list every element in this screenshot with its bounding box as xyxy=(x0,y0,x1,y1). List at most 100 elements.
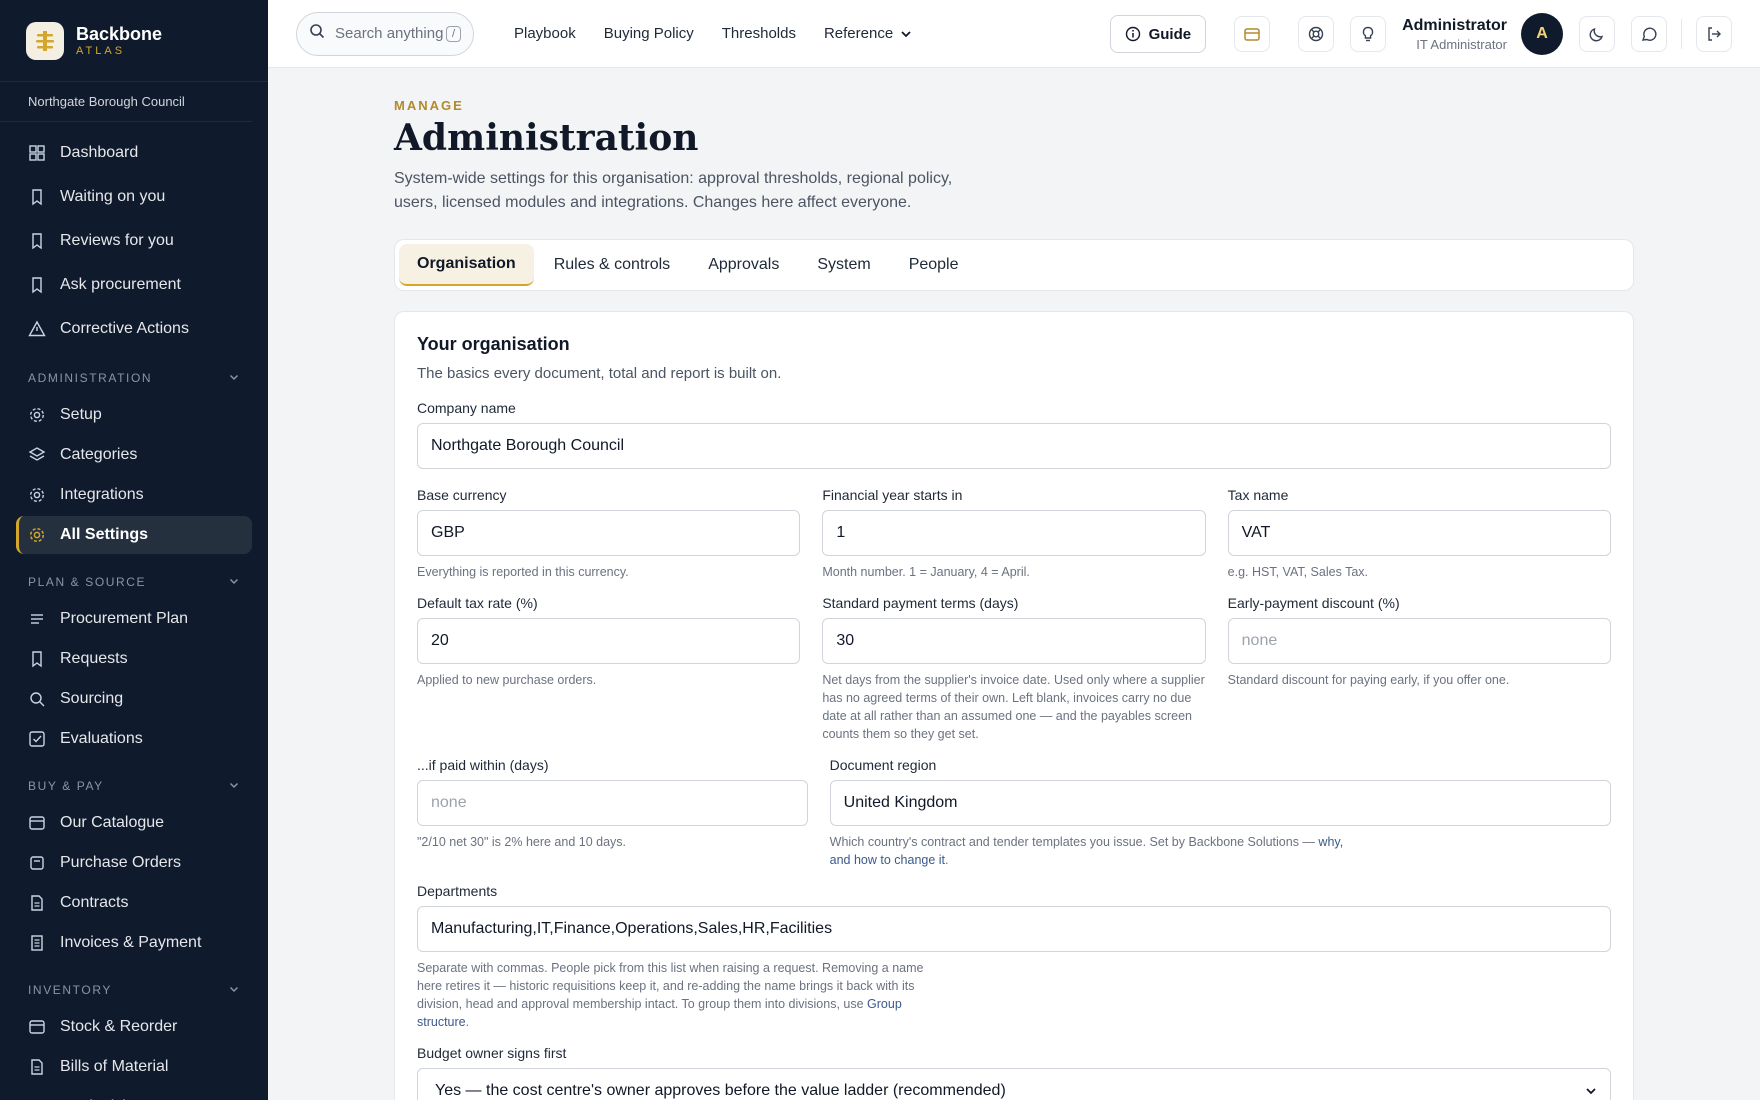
sidebar-item-ask-procurement[interactable]: Ask procurement xyxy=(16,264,252,306)
card-description: The basics every document, total and rep… xyxy=(417,365,782,382)
tax-rate-label: Default tax rate (%) xyxy=(417,595,538,611)
document-region-help: Which country's contract and tender temp… xyxy=(830,833,1350,869)
document-icon xyxy=(28,894,46,912)
departments-field[interactable]: Manufacturing,IT,Finance,Operations,Sale… xyxy=(417,906,1611,952)
sidebar-item-label: Contracts xyxy=(60,894,129,911)
early-discount-field[interactable]: none xyxy=(1227,618,1611,664)
avatar[interactable]: A xyxy=(1521,13,1563,55)
topnav-thresholds[interactable]: Thresholds xyxy=(722,25,796,42)
sidebar-section-title: INVENTORY xyxy=(28,983,112,997)
sidebar-item-dashboard[interactable]: Dashboard xyxy=(16,132,252,174)
document-region-field[interactable]: United Kingdom xyxy=(829,780,1611,826)
sidebar-item-corrective-actions[interactable]: Corrective Actions xyxy=(16,308,252,350)
sidebar-item-label: Purchase Orders xyxy=(60,854,181,871)
wallet-button[interactable] xyxy=(1234,16,1271,52)
sidebar-item-label: Dashboard xyxy=(60,144,139,161)
header-divider xyxy=(1681,19,1682,49)
budget-owner-select[interactable]: Yes — the cost centre's owner approves b… xyxy=(417,1068,1611,1100)
top-nav: Playbook Buying Policy Thresholds Refere… xyxy=(500,25,927,42)
sidebar-item-purchase-orders[interactable]: Purchase Orders xyxy=(16,844,252,882)
brand-logo-icon xyxy=(26,21,64,60)
logout-icon xyxy=(1708,27,1721,41)
sidebar-section-title: ADMINISTRATION xyxy=(28,371,153,385)
sidebar-section-plan-and-source[interactable]: PLAN & SOURCE xyxy=(16,556,252,598)
budget-owner-label: Budget owner signs first xyxy=(417,1045,567,1061)
help-button[interactable] xyxy=(1298,16,1335,52)
tax-name-field[interactable]: VAT xyxy=(1227,510,1611,556)
tab-people[interactable]: People xyxy=(891,244,977,286)
org-name: Northgate Borough Council xyxy=(0,82,252,122)
sidebar-item-requests[interactable]: Requests xyxy=(16,640,252,678)
document-icon xyxy=(28,1058,46,1076)
sidebar-item-bills-of-material[interactable]: Bills of Material xyxy=(16,1048,252,1086)
warning-icon xyxy=(28,320,46,338)
page-eyebrow: MANAGE xyxy=(394,98,464,113)
topnav-buying-policy[interactable]: Buying Policy xyxy=(604,25,694,42)
moon-icon xyxy=(1589,27,1604,42)
brand-name: Backbone xyxy=(76,23,163,44)
sidebar-item-replenishment-runs[interactable]: Replenishment Runs xyxy=(16,1088,252,1100)
sidebar-item-reviews-for-you[interactable]: Reviews for you xyxy=(16,220,252,262)
sidebar-section-buy-and-pay[interactable]: BUY & PAY xyxy=(16,760,252,802)
brand[interactable]: Backbone ATLAS xyxy=(0,0,268,82)
sidebar-item-label: Waiting on you xyxy=(60,188,166,205)
tab-approvals[interactable]: Approvals xyxy=(690,244,797,286)
sidebar-item-evaluations[interactable]: Evaluations xyxy=(16,720,252,758)
sidebar-section-administration[interactable]: ADMINISTRATION xyxy=(16,352,252,394)
layers-icon xyxy=(28,446,46,464)
payment-terms-help: Net days from the supplier's invoice dat… xyxy=(822,673,1205,741)
dashboard-icon xyxy=(28,144,46,162)
departments-help-end: . xyxy=(465,1015,470,1029)
wallet-icon xyxy=(1244,28,1260,41)
organisation-card: Your organisation The basics every docum… xyxy=(394,311,1634,1100)
budget-owner-value: Yes — the cost centre's owner approves b… xyxy=(435,1082,1006,1099)
topnav-playbook[interactable]: Playbook xyxy=(514,25,576,42)
sidebar-section-inventory[interactable]: INVENTORY xyxy=(16,964,252,1006)
tab-organisation[interactable]: Organisation xyxy=(399,244,534,286)
user-info[interactable]: Administrator IT Administrator xyxy=(1402,17,1507,52)
sidebar-item-our-catalogue[interactable]: Our Catalogue xyxy=(16,804,252,842)
sidebar-item-procurement-plan[interactable]: Procurement Plan xyxy=(16,600,252,638)
list-icon xyxy=(28,610,46,628)
topnav-reference[interactable]: Reference xyxy=(824,25,913,42)
base-currency-field[interactable]: GBP xyxy=(417,510,801,556)
sidebar-item-label: Requests xyxy=(60,650,128,667)
departments-help-text: Separate with commas. People pick from t… xyxy=(417,961,924,1011)
search-input[interactable]: Search anything / xyxy=(296,11,474,56)
tab-rules-controls[interactable]: Rules & controls xyxy=(536,244,689,286)
sidebar-item-waiting-on-you[interactable]: Waiting on you xyxy=(16,176,252,218)
feedback-button[interactable] xyxy=(1631,16,1667,52)
ideas-button[interactable] xyxy=(1350,16,1387,52)
fy-start-label: Financial year starts in xyxy=(822,487,963,503)
logout-button[interactable] xyxy=(1696,16,1732,52)
sidebar-item-contracts[interactable]: Contracts xyxy=(16,884,252,922)
company-name-field[interactable]: Northgate Borough Council xyxy=(417,423,1611,469)
sidebar-item-categories[interactable]: Categories xyxy=(16,436,252,474)
bookmark-icon xyxy=(28,232,46,250)
document-region-help-text: Which country's contract and tender temp… xyxy=(829,835,1319,849)
document-region-help-end: . xyxy=(945,853,949,867)
sidebar-item-all-settings[interactable]: All Settings xyxy=(16,516,252,554)
sidebar-item-label: Ask procurement xyxy=(60,276,181,293)
sidebar-item-stock-and-reorder[interactable]: Stock & Reorder xyxy=(16,1008,252,1046)
payment-terms-field[interactable]: 30 xyxy=(822,618,1206,664)
sidebar-item-invoices-and-payment[interactable]: Invoices & Payment xyxy=(16,924,252,962)
check-square-icon xyxy=(28,730,46,748)
tab-system[interactable]: System xyxy=(799,244,888,286)
bookmark-icon xyxy=(28,188,46,206)
sidebar-item-setup[interactable]: Setup xyxy=(16,396,252,434)
fy-start-field[interactable]: 1 xyxy=(822,510,1206,556)
sidebar-item-sourcing[interactable]: Sourcing xyxy=(16,680,252,718)
page-title: Administration xyxy=(394,117,699,159)
guide-label: Guide xyxy=(1148,25,1192,43)
guide-button[interactable]: Guide xyxy=(1109,15,1207,53)
gear-icon xyxy=(28,526,46,544)
payment-terms-label: Standard payment terms (days) xyxy=(822,595,1019,611)
dark-mode-button[interactable] xyxy=(1579,16,1615,52)
sidebar-item-label: Stock & Reorder xyxy=(60,1018,178,1035)
paid-within-field[interactable]: none xyxy=(417,780,808,826)
tax-rate-field[interactable]: 20 xyxy=(417,618,801,664)
sidebar-item-integrations[interactable]: Integrations xyxy=(16,476,252,514)
card-icon xyxy=(28,1018,46,1036)
sidebar-item-label: Evaluations xyxy=(60,730,143,747)
